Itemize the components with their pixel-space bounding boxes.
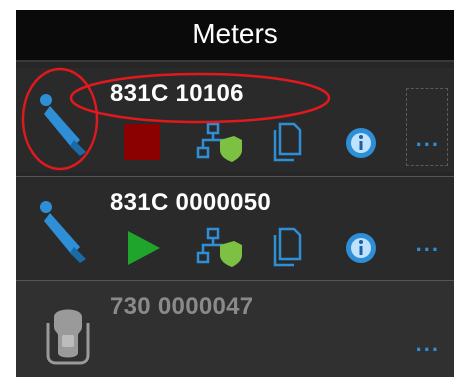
meter-row-2[interactable]: 831C 0000050 ... [16, 176, 454, 281]
network-shield-icon[interactable] [196, 122, 244, 162]
more-options-button[interactable]: ... [416, 231, 440, 257]
network-shield-icon[interactable] [196, 227, 244, 267]
more-options-button[interactable]: ... [416, 126, 440, 152]
meter-row-1[interactable]: 831C 10106 ... [16, 68, 454, 172]
meter-offline-icon [46, 309, 90, 365]
meter-serial: 831C 0000050 [110, 189, 272, 216]
meter-serial: 831C 10106 [110, 80, 244, 107]
play-icon[interactable] [126, 229, 162, 267]
title-bar: Meters [16, 10, 454, 62]
sound-level-meter-icon [40, 94, 86, 156]
sound-level-meter-icon [40, 201, 86, 263]
info-icon[interactable] [344, 231, 378, 265]
meter-serial: 730 0000047 [110, 293, 254, 320]
panel-title: Meters [192, 18, 278, 49]
copy-icon[interactable] [272, 122, 304, 162]
meters-panel: Meters 831C 10106 ... 831C 0000050 ... 7… [16, 10, 454, 377]
stop-icon[interactable] [124, 124, 160, 160]
copy-icon[interactable] [272, 227, 304, 267]
meter-row-3[interactable]: 730 0000047 ... [16, 280, 454, 377]
more-options-button[interactable]: ... [416, 331, 440, 357]
info-icon[interactable] [344, 126, 378, 160]
